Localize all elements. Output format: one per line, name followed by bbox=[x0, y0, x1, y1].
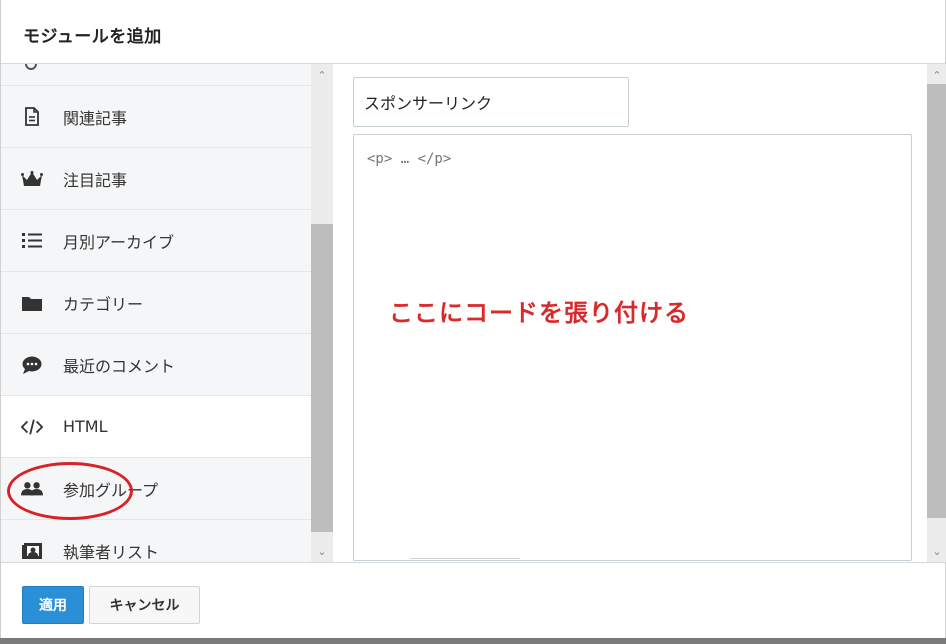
module-list: 関連記事 注目記事 月別アーカイブ カテゴリー 最近のコメント HTML 参加グ… bbox=[1, 64, 311, 562]
module-item-html[interactable]: HTML bbox=[1, 396, 311, 458]
folder-icon bbox=[21, 292, 43, 314]
scroll-up-icon[interactable]: ⌃ bbox=[311, 66, 333, 84]
scroll-down-icon[interactable]: ⌄ bbox=[927, 542, 946, 560]
html-editor-pane: ここにコードを張り付ける bbox=[333, 64, 927, 562]
module-label: HTML bbox=[63, 417, 108, 436]
module-list-scrollbar[interactable]: ⌃ ⌄ bbox=[311, 64, 333, 562]
comment-icon bbox=[21, 354, 43, 376]
cancel-button[interactable]: キャンセル bbox=[89, 586, 200, 624]
module-item-featured-articles[interactable]: 注目記事 bbox=[1, 148, 311, 210]
module-title-input[interactable] bbox=[353, 77, 629, 127]
users-icon bbox=[21, 478, 43, 500]
module-label: 注目記事 bbox=[63, 170, 128, 190]
module-label: カテゴリー bbox=[63, 294, 144, 314]
circle-icon bbox=[25, 64, 37, 70]
module-label: 参加グループ bbox=[63, 480, 159, 500]
code-icon bbox=[21, 416, 43, 438]
add-module-dialog: モジュールを追加 関連記事 注目記事 月別アーカイブ カテゴリー 最近のコメント… bbox=[0, 0, 946, 638]
module-label: 最近のコメント bbox=[63, 356, 176, 376]
list-item-partial[interactable] bbox=[1, 64, 311, 86]
apply-button[interactable]: 適用 bbox=[22, 586, 84, 624]
dialog-footer: 適用 キャンセル bbox=[1, 562, 945, 638]
scroll-up-icon[interactable]: ⌃ bbox=[927, 66, 946, 84]
dialog-title: モジュールを追加 bbox=[23, 27, 162, 47]
module-item-recent-comments[interactable]: 最近のコメント bbox=[1, 334, 311, 396]
module-item-groups[interactable]: 参加グループ bbox=[1, 458, 311, 520]
scroll-down-icon[interactable]: ⌄ bbox=[311, 542, 333, 560]
module-label: 執筆者リスト bbox=[63, 542, 160, 562]
module-item-author-list[interactable]: 執筆者リスト bbox=[1, 520, 311, 562]
editor-scrollbar[interactable]: ⌃ ⌄ bbox=[927, 64, 946, 562]
list-icon bbox=[21, 230, 43, 252]
module-item-category[interactable]: カテゴリー bbox=[1, 272, 311, 334]
scrollbar-thumb[interactable] bbox=[927, 84, 946, 518]
paste-code-annotation: ここにコードを張り付ける bbox=[389, 299, 689, 327]
module-item-monthly-archive[interactable]: 月別アーカイブ bbox=[1, 210, 311, 272]
crown-icon bbox=[21, 168, 43, 190]
document-icon bbox=[21, 106, 43, 128]
module-label: 関連記事 bbox=[63, 108, 128, 128]
dialog-header: モジュールを追加 bbox=[1, 0, 945, 64]
scrollbar-thumb[interactable] bbox=[311, 224, 333, 532]
module-label: 月別アーカイブ bbox=[63, 232, 175, 252]
contact-card-icon bbox=[21, 540, 43, 562]
module-item-related-articles[interactable]: 関連記事 bbox=[1, 86, 311, 148]
html-code-textarea[interactable] bbox=[353, 134, 912, 561]
